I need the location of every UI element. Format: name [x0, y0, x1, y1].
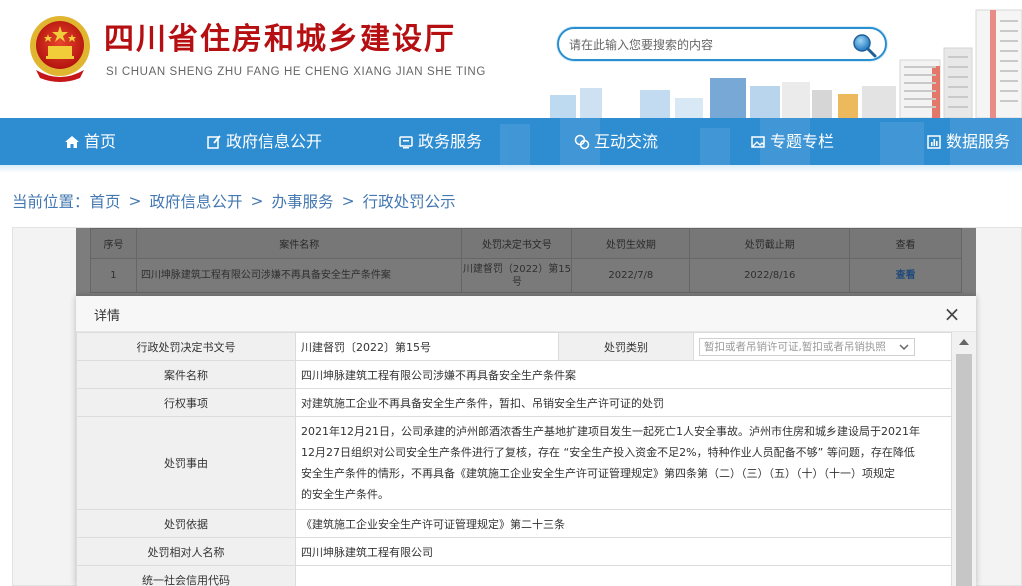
modal-title: 详情 — [94, 309, 121, 324]
nav-item-label: 政府信息公开 — [226, 132, 323, 151]
breadcrumb-separator: > — [128, 192, 142, 210]
party-label: 处罚相对人名称 — [76, 537, 296, 566]
reason-value: 2021年12月21日，公司承建的泸州郎酒浓香生产基地扩建项目发生一起死亡1人安… — [295, 416, 952, 510]
column-header: 处罚决定书文号 — [461, 228, 573, 259]
detail-table: 行政处罚决定书文号 川建督罚〔2022〕第15号 处罚类别 暂扣或者吊销许可证,… — [76, 332, 952, 586]
nav-item-home[interactable]: 首页 — [64, 118, 116, 165]
chevron-down-icon — [899, 343, 909, 350]
row-view-cell: 查看 — [849, 258, 962, 293]
credit-code-label: 统一社会信用代码 — [76, 565, 296, 586]
site-header: 四川省住房和城乡建设厅 SI CHUAN SHENG ZHU FANG HE C… — [0, 0, 1022, 118]
nav-item-label: 首页 — [84, 132, 117, 151]
edit-icon — [207, 134, 221, 149]
reason-label: 处罚事由 — [76, 416, 296, 510]
table-row: 行权事项 对建筑施工企业不再具备安全生产条件，暂扣、吊销安全生产许可证的处罚 — [76, 388, 952, 417]
case-name-value: 四川坤脉建筑工程有限公司涉嫌不再具备安全生产条件案 — [295, 360, 952, 389]
row-doc-number: 川建督罚（2022）第15号 — [461, 258, 573, 293]
search-icon[interactable] — [851, 32, 877, 58]
site-title: 四川省住房和城乡建设厅 — [104, 22, 456, 57]
breadcrumb-gov-info-link[interactable]: 政府信息公开 — [150, 190, 243, 212]
breadcrumb: 当前位置： 首页 > 政府信息公开 > 办事服务 > 行政处罚公示 — [12, 190, 456, 212]
table-row: 行政处罚决定书文号 川建督罚〔2022〕第15号 处罚类别 暂扣或者吊销许可证,… — [76, 332, 952, 361]
nav-item-gov-info[interactable]: 政府信息公开 — [206, 118, 322, 165]
reason-line: 12月27日组织对公司安全生产条件进行了复核，存在 “安全生产投入资金不足2%，… — [301, 446, 915, 459]
matter-value: 对建筑施工企业不再具备安全生产条件，暂扣、吊销安全生产许可证的处罚 — [295, 388, 952, 417]
breadcrumb-prefix: 当前位置： — [12, 193, 90, 211]
reason-line: 2021年12月21日，公司承建的泸州郎酒浓香生产基地扩建项目发生一起死亡1人安… — [301, 425, 920, 438]
modal-body: 行政处罚决定书文号 川建督罚〔2022〕第15号 处罚类别 暂扣或者吊销许可证,… — [76, 332, 976, 586]
breadcrumb-separator: > — [250, 192, 264, 210]
basis-value: 《建筑施工企业安全生产许可证管理规定》第二十三条 — [295, 509, 952, 538]
nav-item-label: 互动交流 — [594, 132, 659, 151]
breadcrumb-penalty-link[interactable]: 行政处罚公示 — [363, 190, 456, 212]
chat-icon — [574, 134, 590, 149]
nav-background-buildings — [500, 118, 1022, 165]
table-row: 统一社会信用代码 — [76, 565, 952, 586]
doc-number-value: 川建督罚〔2022〕第15号 — [295, 332, 559, 361]
scroll-thumb[interactable] — [956, 354, 972, 586]
scroll-up-arrow-icon[interactable] — [952, 332, 976, 352]
reason-line: 安全生产条件的情形，不再具备《建筑施工企业安全生产许可证管理规定》第四条第（二）… — [301, 467, 895, 480]
reason-line: 的安全生产条件。 — [301, 488, 389, 501]
table-row: 1 四川坤脉建筑工程有限公司涉嫌不再具备安全生产条件案 川建督罚（2022）第1… — [90, 258, 962, 293]
monitor-icon — [399, 135, 413, 148]
case-name-label: 案件名称 — [76, 360, 296, 389]
modal-header: 详情 × — [76, 296, 976, 332]
penalty-list-overlay-dimmed: 序号 案件名称 处罚决定书文号 处罚生效期 处罚截止期 查看 1 四川坤脉建筑工… — [76, 228, 976, 298]
image-icon — [751, 135, 765, 148]
home-icon — [65, 135, 79, 148]
nav-item-data-service[interactable]: 数据服务 — [926, 118, 1010, 165]
penalty-list-table: 序号 案件名称 处罚决定书文号 处罚生效期 处罚截止期 查看 1 四川坤脉建筑工… — [90, 228, 962, 293]
table-row: 处罚相对人名称 四川坤脉建筑工程有限公司 — [76, 537, 952, 566]
modal-scrollbar[interactable] — [952, 332, 976, 586]
column-header: 查看 — [849, 228, 962, 259]
main-nav: 首页 政府信息公开 政务服务 互动交流 专题专栏 数据服务 — [0, 118, 1022, 165]
table-header-row: 序号 案件名称 处罚决定书文号 处罚生效期 处罚截止期 查看 — [90, 228, 962, 259]
detail-modal: 详情 × 行政处罚决定书文号 川建督罚〔2022〕第15号 处罚类别 暂扣或者吊… — [76, 296, 976, 586]
nav-item-topics[interactable]: 专题专栏 — [750, 118, 834, 165]
close-icon[interactable]: × — [942, 304, 962, 324]
category-select-value: 暂扣或者吊销许可证,暂扣或者吊销执照 — [704, 341, 886, 353]
breadcrumb-separator: > — [341, 192, 355, 210]
nav-item-interaction[interactable]: 互动交流 — [574, 118, 658, 165]
search-box — [557, 27, 887, 61]
column-header: 处罚生效期 — [571, 228, 691, 259]
row-case-name: 四川坤脉建筑工程有限公司涉嫌不再具备安全生产条件案 — [135, 258, 463, 293]
category-cell: 暂扣或者吊销许可证,暂扣或者吊销执照 — [693, 332, 952, 361]
breadcrumb-home-link[interactable]: 首页 — [90, 190, 121, 212]
row-number: 1 — [90, 258, 137, 293]
nav-item-label: 专题专栏 — [770, 132, 835, 151]
column-header: 序号 — [90, 228, 137, 259]
nav-item-gov-service[interactable]: 政务服务 — [398, 118, 482, 165]
credit-code-value — [295, 565, 952, 586]
table-row: 处罚依据 《建筑施工企业安全生产许可证管理规定》第二十三条 — [76, 509, 952, 538]
table-row: 处罚事由 2021年12月21日，公司承建的泸州郎酒浓香生产基地扩建项目发生一起… — [76, 416, 952, 510]
row-start-date: 2022/7/8 — [571, 258, 691, 293]
nav-item-label: 政务服务 — [418, 132, 483, 151]
search-input[interactable] — [569, 35, 849, 55]
nav-divider — [0, 165, 1022, 173]
matter-label: 行权事项 — [76, 388, 296, 417]
chart-icon — [927, 134, 941, 149]
nav-item-label: 数据服务 — [946, 132, 1011, 151]
party-value: 四川坤脉建筑工程有限公司 — [295, 537, 952, 566]
view-link[interactable]: 查看 — [896, 270, 916, 281]
national-emblem-icon — [30, 16, 90, 82]
column-header: 处罚截止期 — [689, 228, 851, 259]
category-label: 处罚类别 — [558, 332, 694, 361]
site-subtitle: SI CHUAN SHENG ZHU FANG HE CHENG XIANG J… — [106, 66, 486, 78]
basis-label: 处罚依据 — [76, 509, 296, 538]
category-select[interactable]: 暂扣或者吊销许可证,暂扣或者吊销执照 — [699, 337, 915, 356]
doc-number-label: 行政处罚决定书文号 — [76, 332, 296, 361]
table-row: 案件名称 四川坤脉建筑工程有限公司涉嫌不再具备安全生产条件案 — [76, 360, 952, 389]
row-end-date: 2022/8/16 — [689, 258, 851, 293]
breadcrumb-services-link[interactable]: 办事服务 — [272, 190, 334, 212]
column-header: 案件名称 — [135, 228, 463, 259]
